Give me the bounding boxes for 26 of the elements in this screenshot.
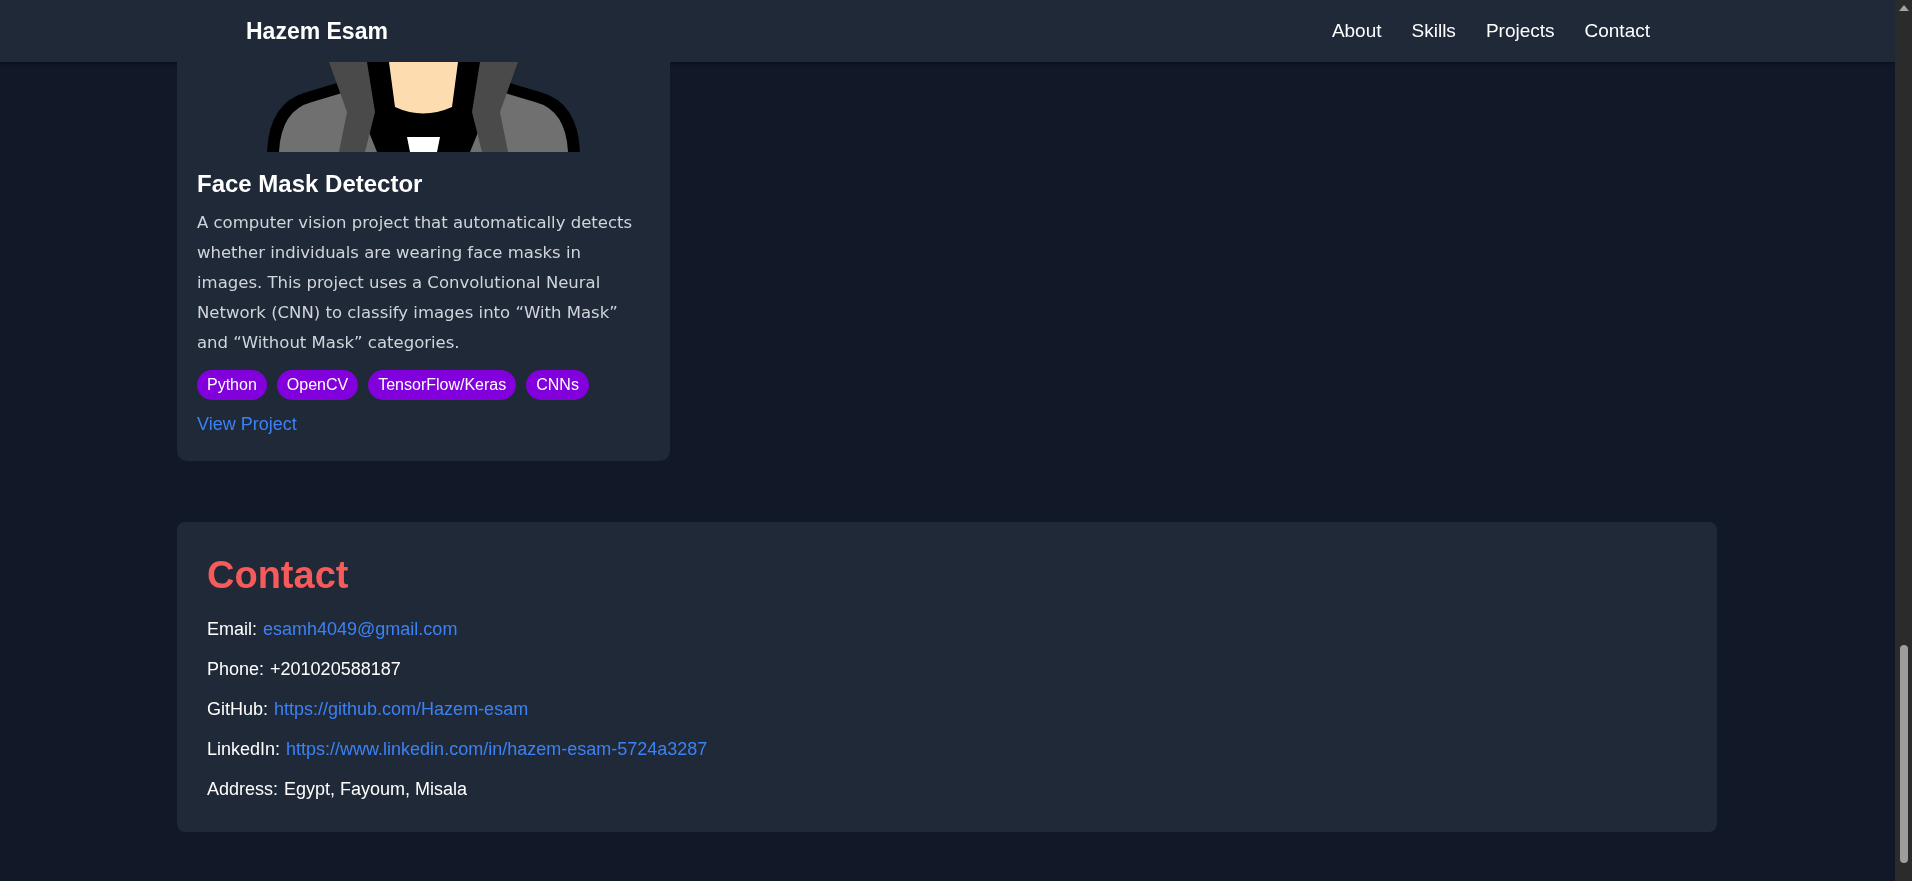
tech-tag: CNNs bbox=[526, 370, 589, 400]
info-value: +201020588187 bbox=[270, 659, 401, 679]
info-link[interactable]: https://www.linkedin.com/in/hazem-esam-5724a3287 bbox=[286, 739, 708, 759]
project-description: A computer vision project that automatically detects whether individuals are wearing face masks in images. This project uses a Convolutional Neural Network (CNN) to classify images into “With Mask” and “Without Mask” categories. bbox=[197, 212, 634, 354]
project-title: Face Mask Detector bbox=[197, 170, 424, 198]
tech-tag: Python bbox=[197, 370, 267, 400]
scrollbar[interactable] bbox=[1895, 0, 1912, 881]
tech-tag: OpenCV bbox=[276, 370, 359, 400]
info-label: LinkedIn: bbox=[207, 739, 281, 759]
site-title[interactable]: Hazem Esam bbox=[246, 17, 388, 45]
info-label: GitHub: bbox=[207, 699, 269, 719]
nav-link[interactable]: Skills bbox=[1411, 20, 1456, 42]
info-value: Egypt, Fayoum, Misala bbox=[284, 779, 468, 799]
info-label: Email: bbox=[207, 619, 257, 639]
tech-tag: TensorFlow/Keras bbox=[368, 370, 517, 400]
nav-link[interactable]: Contact bbox=[1584, 20, 1650, 42]
info-link[interactable]: https://github.com/Hazem-esam bbox=[274, 699, 529, 719]
scroll-up-arrow-icon[interactable] bbox=[1898, 5, 1909, 11]
nav-link[interactable]: Projects bbox=[1485, 20, 1555, 42]
section-heading: Contact bbox=[207, 554, 350, 597]
view-project-link[interactable]: View Project bbox=[197, 414, 297, 435]
nav-link[interactable]: About bbox=[1331, 20, 1382, 42]
info-label: Phone: bbox=[207, 659, 265, 679]
info-label: Address: bbox=[207, 779, 279, 799]
scroll-thumb[interactable] bbox=[1899, 645, 1908, 863]
info-link[interactable]: esamh4049@gmail.com bbox=[263, 619, 458, 639]
